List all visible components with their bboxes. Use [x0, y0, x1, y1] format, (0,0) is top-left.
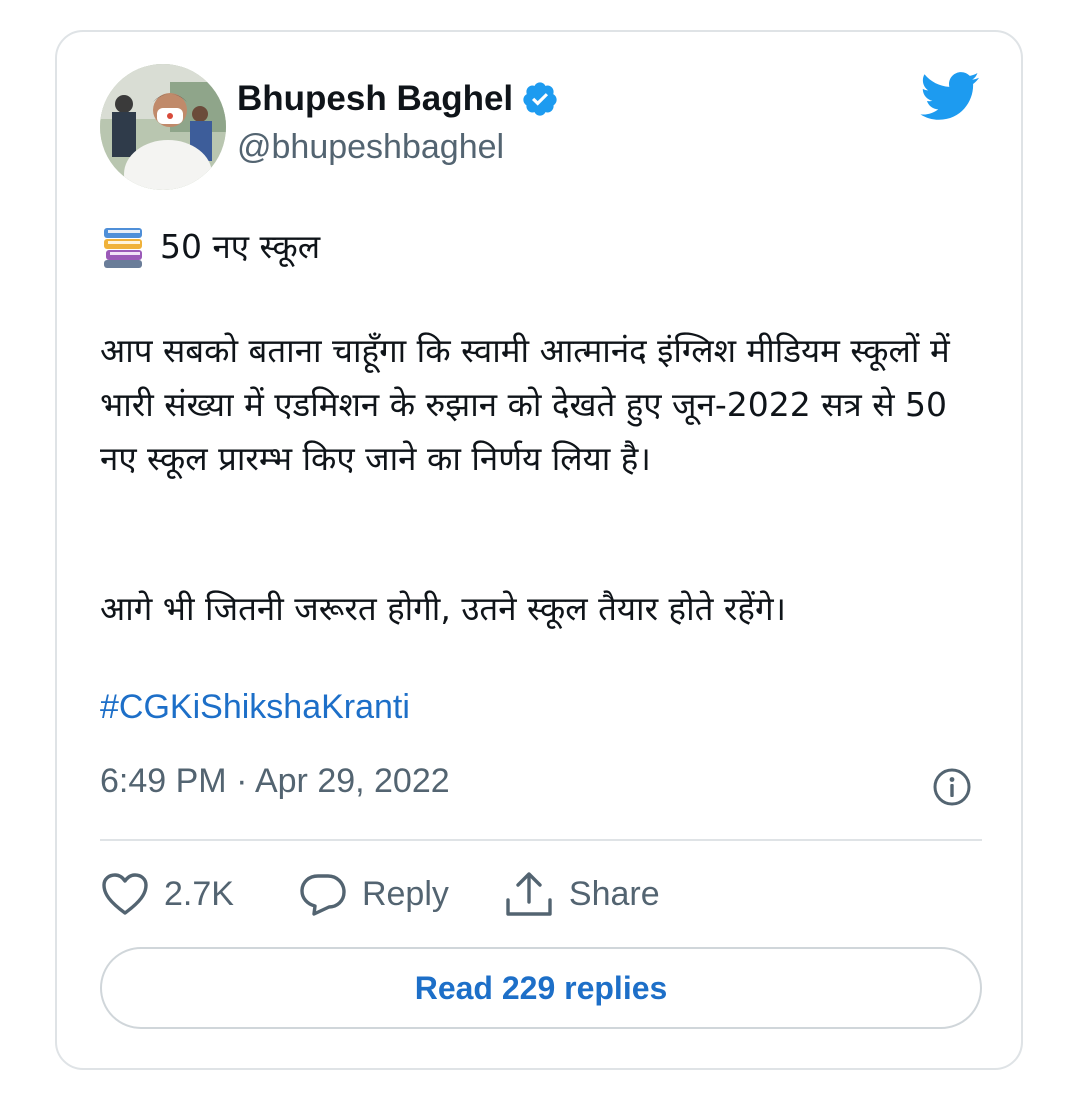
books-icon [100, 224, 146, 270]
hashtag-link[interactable]: #CGKiShikshaKranti [100, 688, 410, 727]
avatar[interactable] [100, 64, 226, 190]
reply-button[interactable]: Reply [298, 871, 449, 917]
author-handle[interactable]: @bhupeshbaghel [237, 128, 504, 167]
reply-label: Reply [361, 874, 449, 913]
like-count: 2.7K [164, 874, 234, 913]
share-label: Share [568, 874, 660, 913]
tweet-timestamp[interactable]: 6:49 PM · Apr 29, 2022 [100, 762, 450, 801]
reply-bubble-icon [298, 871, 348, 917]
read-replies-button[interactable]: Read 229 replies [100, 947, 982, 1029]
share-button[interactable]: Share [503, 870, 660, 918]
like-button[interactable]: 2.7K [100, 871, 234, 917]
heart-icon [100, 871, 150, 917]
verified-badge-icon [521, 80, 559, 118]
action-bar: 2.7K Reply Share [100, 864, 660, 924]
twitter-bird-icon[interactable] [918, 70, 980, 122]
author-name-row[interactable]: Bhupesh Baghel [237, 76, 559, 122]
divider [100, 839, 982, 841]
share-upload-icon [503, 870, 555, 918]
author-name[interactable]: Bhupesh Baghel [237, 79, 513, 119]
tweet-first-line: 50 नए स्कूल [100, 220, 990, 274]
tweet-paragraph: आप सबको बताना चाहूँगा कि स्वामी आत्मानंद… [100, 331, 950, 478]
info-icon[interactable] [932, 767, 972, 807]
tweet-headline: 50 नए स्कूल [160, 227, 321, 266]
tweet-paragraph: आगे भी जितनी जरूरत होगी, उतने स्कूल तैया… [100, 589, 787, 628]
